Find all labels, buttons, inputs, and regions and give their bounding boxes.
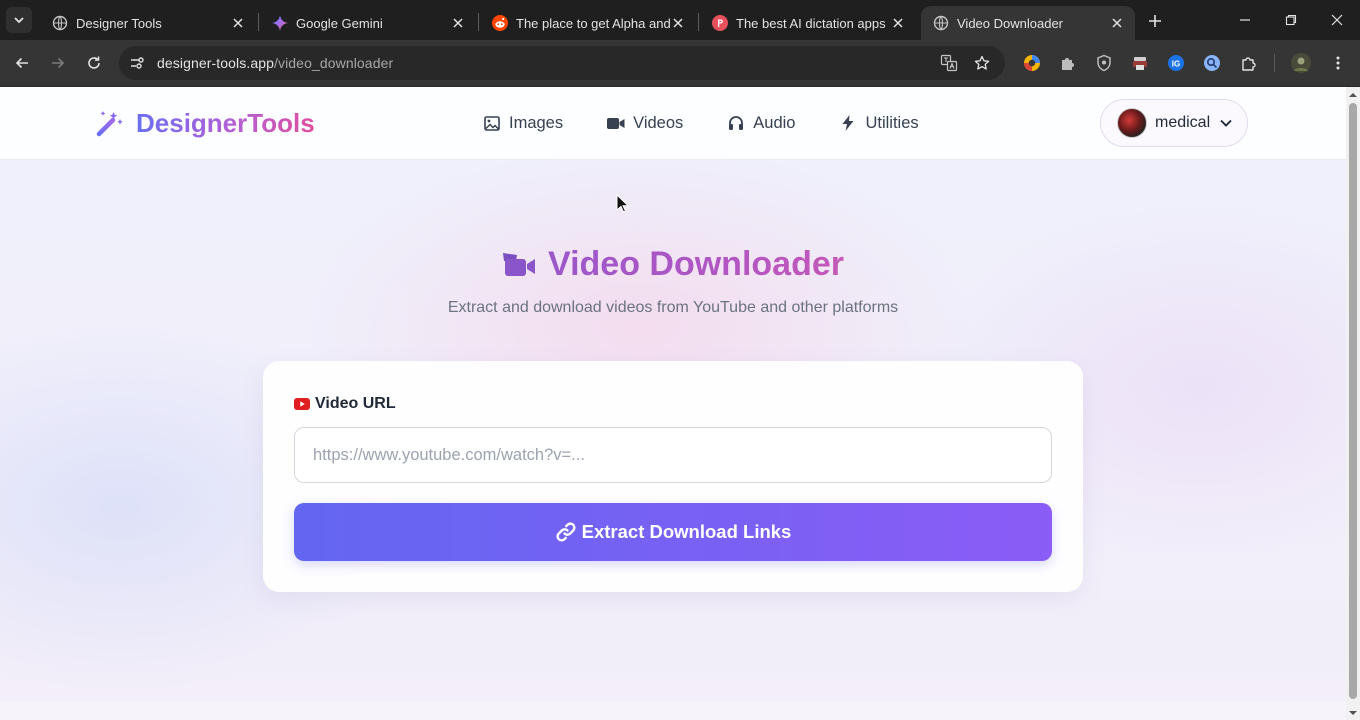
extension-puzzle-gray-icon[interactable] (1058, 53, 1078, 73)
tab-reddit[interactable]: The place to get Alpha and Beta (480, 6, 696, 40)
minimize-button[interactable] (1233, 8, 1257, 32)
nav-label: Utilities (865, 113, 919, 132)
url-host: designer-tools.app (157, 55, 274, 71)
extension-search-icon[interactable] (1202, 53, 1222, 73)
url-text: designer-tools.app/video_downloader (157, 55, 393, 71)
user-menu-button[interactable]: medical (1100, 99, 1248, 147)
tab-separator (478, 13, 479, 31)
headphones-icon (727, 114, 745, 132)
scroll-up-icon[interactable] (1349, 91, 1357, 99)
scroll-down-icon[interactable] (1349, 709, 1357, 717)
star-icon[interactable] (972, 53, 992, 73)
extension-color-icon[interactable] (1022, 53, 1042, 73)
new-tab-button[interactable] (1144, 10, 1166, 32)
reload-icon (88, 56, 100, 69)
video-camera-icon (607, 114, 625, 132)
reload-button[interactable] (82, 51, 106, 75)
scrollbar-thumb[interactable] (1349, 103, 1357, 699)
nav-label: Videos (633, 113, 684, 132)
close-icon[interactable] (890, 15, 906, 31)
tab-video-downloader[interactable]: Video Downloader (921, 6, 1135, 40)
mouse-cursor-icon (616, 194, 628, 213)
page-subtitle: Extract and download videos from YouTube… (447, 299, 899, 316)
tab-title: Video Downloader (957, 15, 1063, 31)
restore-button[interactable] (1279, 8, 1303, 32)
product-hunt-icon (712, 15, 728, 31)
tab-title: Google Gemini (296, 15, 383, 31)
globe-icon (933, 15, 949, 31)
extension-print-icon[interactable] (1130, 53, 1150, 73)
close-window-button[interactable] (1325, 8, 1349, 32)
tab-title: The place to get Alpha and Beta (516, 15, 670, 31)
tab-separator (698, 13, 699, 31)
video-url-input[interactable] (294, 427, 1052, 483)
nav-audio[interactable]: Audio (727, 114, 795, 133)
nav-label: Audio (753, 113, 796, 132)
translate-icon[interactable] (939, 53, 959, 73)
page-title: Video Downloader (0, 242, 1346, 286)
restore-icon (1285, 14, 1297, 26)
tab-search-button[interactable] (6, 7, 32, 33)
tab-product-hunt[interactable]: The best AI dictation apps in (700, 6, 916, 40)
reddit-icon (492, 15, 508, 31)
tab-designer-tools[interactable]: Designer Tools (40, 6, 256, 40)
video-url-label: Video URL (294, 394, 396, 414)
brand-name: DesignerTools (136, 107, 315, 138)
page-title-text: Video Downloader (548, 244, 844, 283)
nav-utilities[interactable]: Utilities (839, 113, 919, 133)
download-form-card: Video URL Extract Download Links (263, 361, 1083, 592)
tab-google-gemini[interactable]: Google Gemini (260, 6, 476, 40)
extension-blue-square-icon[interactable]: IG (1166, 53, 1186, 73)
address-bar[interactable]: designer-tools.app/video_downloader (119, 46, 1005, 80)
close-icon[interactable] (1109, 15, 1125, 31)
extension-shield-icon[interactable] (1094, 53, 1114, 73)
site-header: DesignerTools Images Videos Audio Utilit… (0, 87, 1346, 160)
nav-videos[interactable]: Videos (607, 114, 683, 133)
svg-text:IG: IG (1172, 60, 1180, 69)
tab-title: The best AI dictation apps in (736, 15, 890, 31)
extensions-puzzle-icon[interactable] (1239, 53, 1259, 73)
user-name: medical (1155, 114, 1211, 131)
extract-button-label: Extract Download Links (581, 521, 792, 542)
site-settings-icon[interactable] (127, 53, 147, 73)
close-icon (1331, 14, 1343, 26)
image-icon (483, 114, 501, 132)
bolt-icon (839, 114, 857, 132)
nav-images[interactable]: Images (483, 114, 563, 133)
brand-logo[interactable]: DesignerTools (96, 107, 315, 139)
arrow-left-icon (15, 57, 28, 69)
plus-icon (1149, 15, 1161, 27)
globe-icon (52, 15, 68, 31)
main-nav: Images Videos Audio Utilities (483, 112, 919, 134)
forward-button[interactable] (46, 51, 70, 75)
toolbar-separator (1274, 54, 1275, 72)
link-icon (555, 521, 577, 543)
chevron-down-icon (1218, 115, 1234, 131)
tab-strip: Designer Tools Google Gemini The place t… (0, 0, 1360, 40)
youtube-icon (294, 398, 310, 410)
extract-download-links-button[interactable]: Extract Download Links (294, 503, 1052, 561)
footer-band (0, 701, 1346, 720)
page-scrollbar[interactable] (1346, 87, 1360, 720)
back-button[interactable] (10, 51, 34, 75)
magic-wand-icon (96, 111, 123, 137)
browser-menu-icon[interactable] (1328, 53, 1348, 73)
video-url-label-text: Video URL (315, 395, 396, 412)
close-icon[interactable] (670, 15, 686, 31)
video-camera-icon (502, 249, 536, 279)
tab-separator (258, 13, 259, 31)
chevron-down-icon (14, 17, 24, 24)
nav-label: Images (509, 113, 564, 132)
browser-toolbar: designer-tools.app/video_downloader IG (0, 40, 1360, 87)
profile-avatar-icon[interactable] (1291, 53, 1311, 73)
tab-title: Designer Tools (76, 15, 162, 31)
url-path: /video_downloader (274, 55, 394, 71)
page-viewport: DesignerTools Images Videos Audio Utilit… (0, 87, 1346, 720)
close-icon[interactable] (450, 15, 466, 31)
minimize-icon (1240, 19, 1250, 21)
user-avatar (1117, 108, 1147, 138)
arrow-right-icon (52, 57, 65, 69)
close-icon[interactable] (230, 15, 246, 31)
gemini-icon (272, 15, 288, 31)
